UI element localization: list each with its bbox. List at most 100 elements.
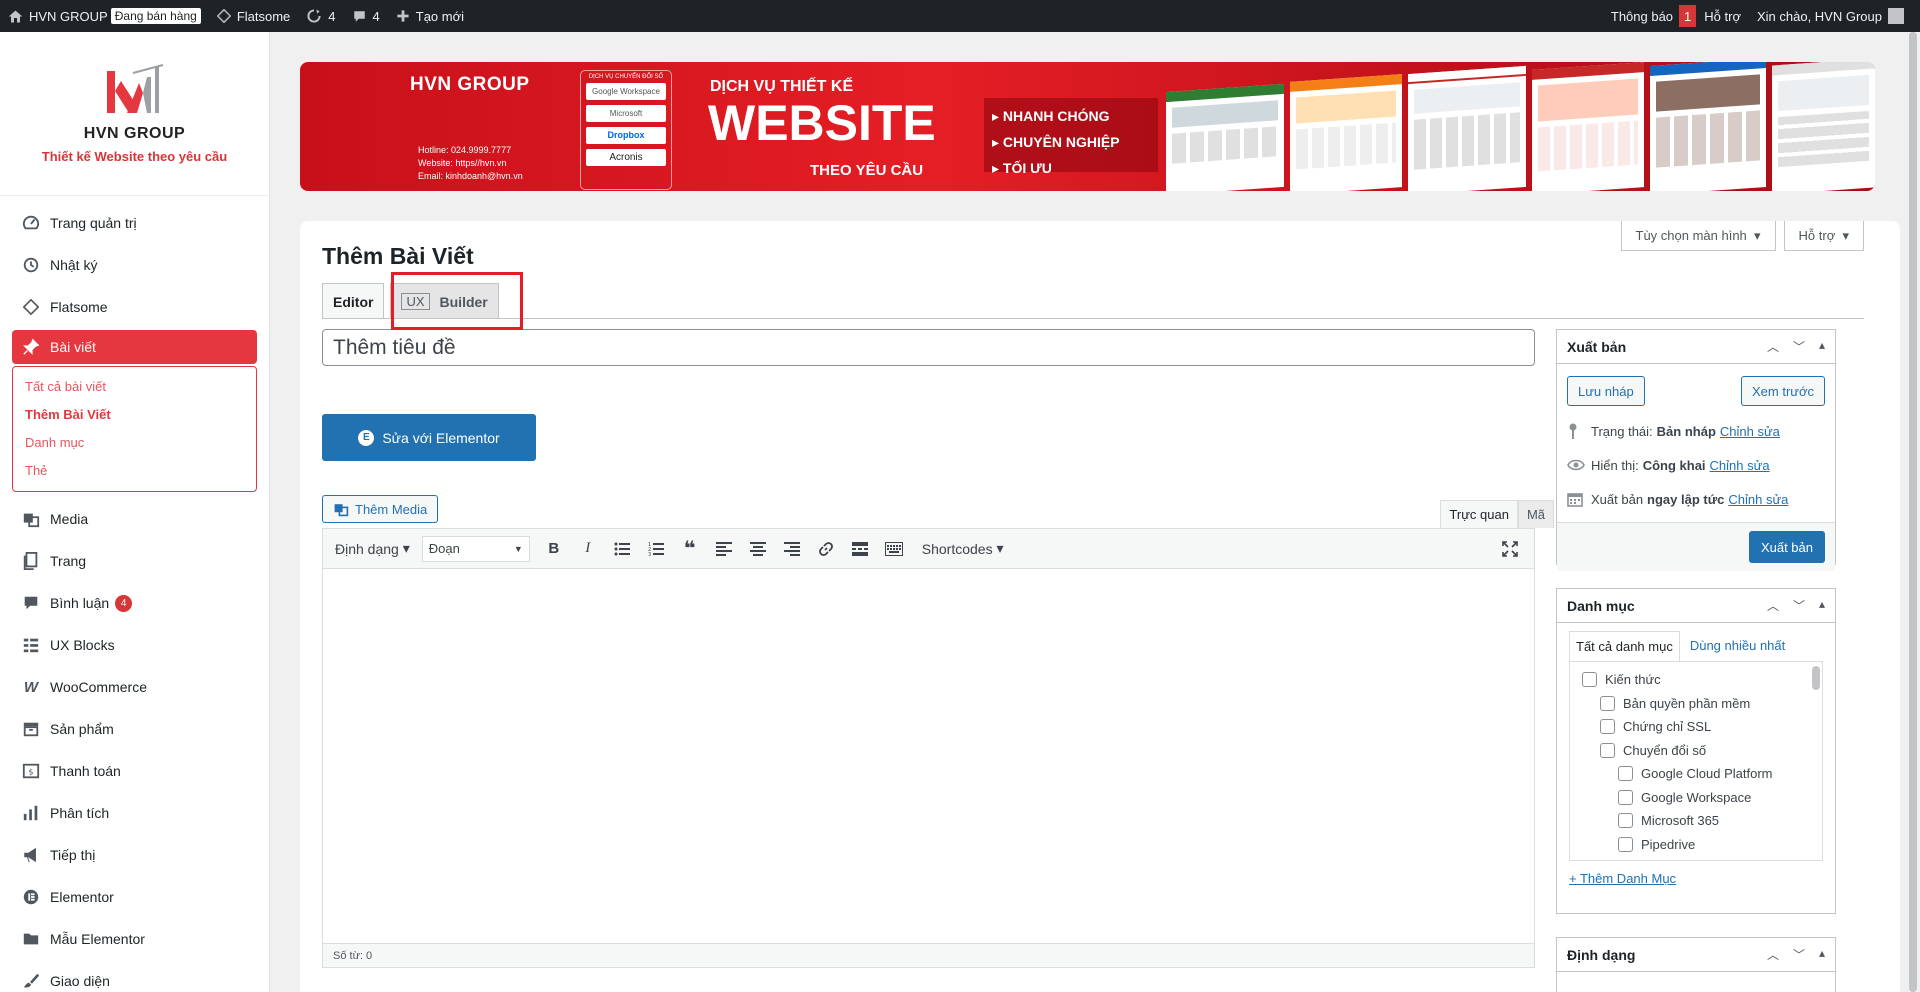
checkbox[interactable]: [1582, 672, 1597, 688]
submenu-add-post[interactable]: Thêm Bài Viết: [13, 401, 256, 429]
updates-icon: [307, 9, 321, 23]
help-button[interactable]: Hỗ trợ ▾: [1783, 221, 1864, 251]
tab-visual[interactable]: Trực quan: [1440, 500, 1518, 528]
chevron-down-icon[interactable]: ﹀: [1793, 946, 1805, 963]
publish-button[interactable]: Xuất bản: [1748, 531, 1825, 563]
align-right-icon[interactable]: [776, 534, 808, 564]
updates-count: 4: [328, 8, 336, 24]
submenu-all-posts[interactable]: Tất cả bài viết: [13, 373, 256, 401]
screen-options-button[interactable]: Tùy chọn màn hình ▾: [1620, 221, 1776, 251]
bold-icon[interactable]: B: [538, 534, 570, 564]
category-item[interactable]: Chứng chỉ SSL: [1570, 715, 1822, 739]
chevron-up-icon[interactable]: ︿: [1767, 338, 1779, 355]
menu-item-dashboard[interactable]: Trang quản trị: [12, 202, 257, 244]
toolbar-toggle-icon[interactable]: [878, 534, 910, 564]
blockquote-icon[interactable]: ❝: [674, 534, 706, 564]
avatar: [1888, 8, 1904, 24]
page-scrollbar-thumb[interactable]: [1909, 32, 1917, 992]
menu-item-history[interactable]: Nhật ký: [12, 244, 257, 286]
category-item[interactable]: Pipedrive: [1570, 833, 1822, 857]
new-content-link[interactable]: Tạo mới: [388, 0, 472, 32]
comments-link[interactable]: 4: [344, 0, 388, 32]
shortcodes-dropdown[interactable]: Shortcodes ▾: [918, 540, 1008, 557]
paragraph-select[interactable]: Đoạn ▼: [421, 535, 530, 562]
site-name-link[interactable]: HVN GROUP Đang bán hàng: [0, 0, 209, 32]
save-draft-button[interactable]: Lưu nháp: [1567, 376, 1645, 406]
checkbox[interactable]: [1600, 742, 1615, 758]
checkbox[interactable]: [1600, 695, 1615, 711]
chevron-down-icon[interactable]: ﹀: [1793, 338, 1805, 355]
menu-item-pages[interactable]: Trang: [12, 540, 257, 582]
chevron-up-icon[interactable]: ︿: [1767, 597, 1779, 614]
add-media-button[interactable]: Thêm Media: [322, 495, 439, 523]
account-menu[interactable]: Xin chào, HVN Group: [1749, 0, 1912, 32]
help-link[interactable]: Hỗ trợ: [1696, 0, 1749, 32]
menu-item-media[interactable]: Media: [12, 498, 257, 540]
bullet-list-icon[interactable]: [606, 534, 638, 564]
menu-item-appearance[interactable]: Giao diện: [12, 960, 257, 992]
menu-item-analytics[interactable]: Phân tích: [12, 792, 257, 834]
notifications-link[interactable]: Thông báo 1: [1603, 0, 1697, 32]
edit-status-link[interactable]: Chỉnh sửa: [1720, 424, 1780, 439]
edit-with-elementor-button[interactable]: E Sửa với Elementor: [322, 414, 536, 461]
category-item[interactable]: Bản quyền phần mềm: [1570, 692, 1822, 716]
page-scrollbar[interactable]: [1906, 32, 1920, 992]
checkbox[interactable]: [1618, 766, 1633, 782]
preview-button[interactable]: Xem trước: [1740, 376, 1825, 406]
menu-item-elementor[interactable]: Elementor: [12, 876, 257, 918]
menu-item-comments[interactable]: Bình luận 4: [12, 582, 257, 624]
toggle-arrow-icon[interactable]: ▴: [1819, 946, 1825, 963]
chevron-down-icon[interactable]: ﹀: [1793, 597, 1805, 614]
tab-code[interactable]: Mã: [1517, 500, 1554, 528]
category-checklist: Kiến thức Bản quyền phần mềm Chứng chỉ S…: [1569, 661, 1823, 861]
mockup-screen: [1532, 62, 1644, 191]
comments-count: 4: [372, 8, 380, 24]
promo-banner: HVN GROUP Hotline: 024.9999.7777 Website…: [300, 62, 1875, 191]
submenu-categories[interactable]: Danh mục: [13, 429, 256, 457]
menu-item-marketing[interactable]: Tiếp thị: [12, 834, 257, 876]
numbered-list-icon[interactable]: 123: [640, 534, 672, 564]
add-category-link[interactable]: + Thêm Danh Mục: [1569, 871, 1823, 886]
edit-visibility-link[interactable]: Chỉnh sửa: [1710, 458, 1770, 473]
menu-item-label: Elementor: [50, 889, 114, 905]
menu-item-woocommerce[interactable]: W WooCommerce: [12, 666, 257, 708]
align-left-icon[interactable]: [708, 534, 740, 564]
flatsome-label: Flatsome: [236, 8, 291, 24]
tab-editor[interactable]: Editor: [322, 283, 385, 319]
menu-item-ux-blocks[interactable]: UX Blocks: [12, 624, 257, 666]
format-dropdown[interactable]: Định dạng ▾: [331, 540, 414, 557]
category-item[interactable]: Chuyển đổi số: [1570, 739, 1822, 763]
menu-item-payments[interactable]: $ Thanh toán: [12, 750, 257, 792]
checkbox[interactable]: [1618, 813, 1633, 829]
admin-sidebar: HVN GROUP Thiết kế Website theo yêu cầu …: [0, 32, 270, 992]
category-item[interactable]: Kiến thức: [1570, 668, 1822, 692]
italic-icon[interactable]: I: [572, 534, 604, 564]
checkbox[interactable]: [1600, 719, 1615, 735]
tab-all-categories[interactable]: Tất cả danh mục: [1569, 631, 1680, 661]
category-item[interactable]: Microsoft 365: [1570, 809, 1822, 833]
toggle-arrow-icon[interactable]: ▴: [1819, 338, 1825, 355]
post-title-input[interactable]: Thêm tiêu đề: [322, 329, 1535, 366]
align-center-icon[interactable]: [742, 534, 774, 564]
menu-item-posts[interactable]: Bài viết: [12, 330, 257, 364]
menu-item-flatsome[interactable]: Flatsome: [12, 286, 257, 328]
toggle-arrow-icon[interactable]: ▴: [1819, 597, 1825, 614]
flatsome-link[interactable]: Flatsome: [209, 0, 298, 32]
menu-item-elementor-templates[interactable]: Mẫu Elementor: [12, 918, 257, 960]
submenu-tags[interactable]: Thẻ: [13, 457, 256, 485]
updates-link[interactable]: 4: [298, 0, 343, 32]
menu-item-products[interactable]: Sản phẩm: [12, 708, 257, 750]
checkbox[interactable]: [1618, 836, 1633, 852]
checkbox[interactable]: [1618, 789, 1633, 805]
editor-content-area[interactable]: [323, 569, 1534, 942]
tab-most-used[interactable]: Dùng nhiều nhất: [1679, 631, 1796, 661]
category-scrollbar[interactable]: [1812, 666, 1820, 690]
link-icon[interactable]: [810, 534, 842, 564]
category-item[interactable]: Google Workspace: [1570, 786, 1822, 810]
read-more-icon[interactable]: [844, 534, 876, 564]
fullscreen-icon[interactable]: [1494, 534, 1526, 564]
category-item[interactable]: Google Cloud Platform: [1570, 762, 1822, 786]
edit-publish-time-link[interactable]: Chỉnh sửa: [1728, 492, 1788, 507]
chevron-up-icon[interactable]: ︿: [1767, 946, 1779, 963]
logo-area[interactable]: HVN GROUP Thiết kế Website theo yêu cầu: [0, 32, 269, 196]
